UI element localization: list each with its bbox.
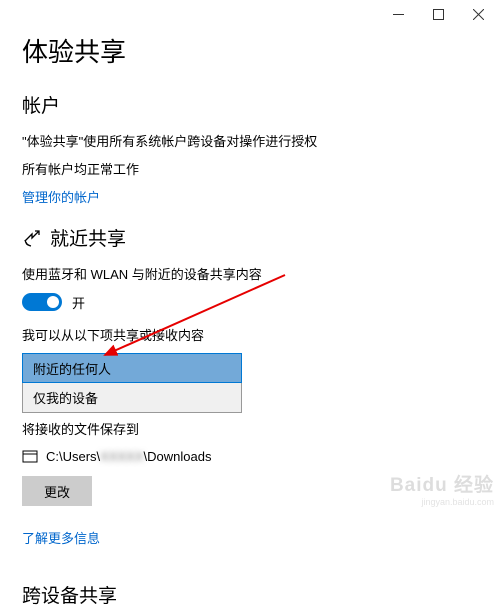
nearby-share-toggle[interactable] — [22, 293, 62, 311]
nearby-section-title: 就近共享 — [50, 224, 126, 251]
page-title: 体验共享 — [22, 32, 478, 69]
account-section-title: 帐户 — [22, 91, 478, 118]
change-location-button[interactable]: 更改 — [22, 476, 92, 506]
toggle-state-label: 开 — [72, 293, 85, 312]
nearby-desc: 使用蓝牙和 WLAN 与附近的设备共享内容 — [22, 265, 478, 285]
minimize-button[interactable] — [378, 0, 418, 28]
save-location-label: 将接收的文件保存到 — [22, 419, 478, 438]
save-path-row: C:\Users\XXXXX\Downloads — [22, 448, 478, 464]
toggle-knob — [47, 296, 59, 308]
nearby-share-icon — [22, 228, 42, 248]
close-button[interactable] — [458, 0, 498, 28]
save-path-text: C:\Users\XXXXX\Downloads — [46, 449, 211, 464]
cross-device-section-title: 跨设备共享 — [22, 581, 478, 608]
account-desc-1: "体验共享"使用所有系统帐户跨设备对操作进行授权 — [22, 132, 478, 152]
manage-account-link[interactable]: 管理你的帐户 — [22, 187, 100, 206]
dropdown-option-my-devices[interactable]: 仅我的设备 — [22, 383, 242, 413]
maximize-button[interactable] — [418, 0, 458, 28]
settings-content: 体验共享 帐户 "体验共享"使用所有系统帐户跨设备对操作进行授权 所有帐户均正常… — [0, 28, 500, 608]
window-titlebar — [0, 0, 500, 28]
share-scope-dropdown[interactable]: 附近的任何人 — [22, 353, 242, 383]
folder-icon — [22, 448, 38, 464]
account-desc-2: 所有帐户均正常工作 — [22, 160, 478, 180]
learn-more-link[interactable]: 了解更多信息 — [22, 528, 100, 547]
receive-from-label: 我可以从以下项共享或接收内容 — [22, 326, 478, 346]
